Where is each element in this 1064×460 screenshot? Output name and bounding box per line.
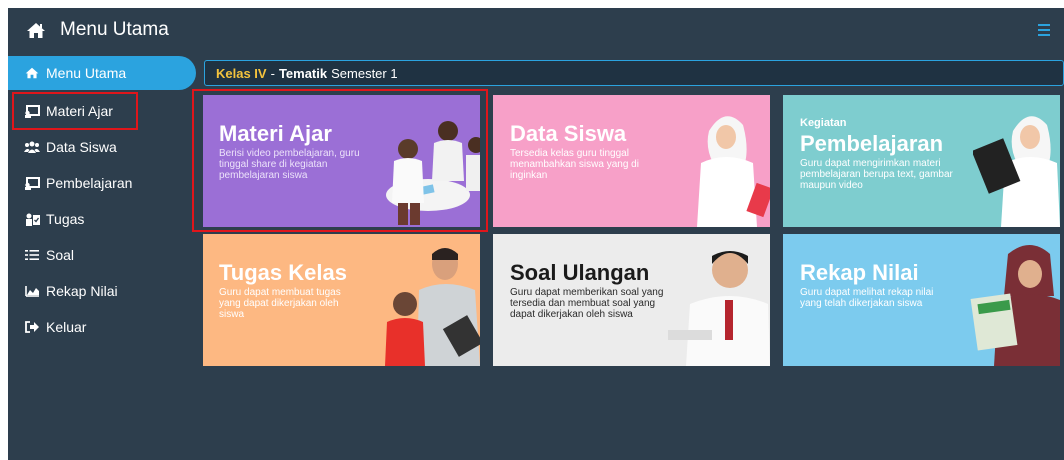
sidebar-item-label: Rekap Nilai	[46, 283, 118, 299]
main-content: Kelas IV - Tematik Semester 1 Materi Aja…	[196, 52, 1064, 460]
card-title: Soal Ulangan	[510, 260, 650, 285]
menu-toggle-icon[interactable]	[1038, 24, 1050, 36]
sidebar-item-pembelajaran[interactable]: Pembelajaran	[8, 166, 196, 200]
home-icon	[27, 22, 45, 38]
card-description: Berisi video pembelajaran, guru tinggal …	[219, 148, 360, 181]
card-description: Guru dapat mengirimkan materi pembelajar…	[800, 158, 953, 191]
card-title: Materi Ajar	[219, 121, 332, 146]
card-description: Guru dapat membuat tugas yang dapat dike…	[219, 287, 341, 320]
chalkboard-icon	[24, 104, 40, 118]
sidebar-item-label: Menu Utama	[46, 65, 127, 81]
sidebar: Menu Utama Materi Ajar Data Siswa Pembel…	[8, 52, 196, 460]
app-screen: Menu Utama Menu Utama Materi Ajar Data S…	[0, 0, 1064, 460]
card-tugas-kelas[interactable]: Tugas Kelas Guru dapat membuat tugas yan…	[203, 234, 480, 366]
student-boy-illustration	[668, 251, 770, 366]
tasks-icon	[24, 212, 40, 226]
sidebar-item-tugas[interactable]: Tugas	[8, 202, 196, 236]
sidebar-item-data-siswa[interactable]: Data Siswa	[8, 130, 196, 164]
card-title: Data Siswa	[510, 121, 627, 146]
card-description: Guru dapat melihat rekap nilai yang tela…	[800, 287, 934, 309]
teacher-student-illustration	[385, 248, 480, 366]
sidebar-item-rekap-nilai[interactable]: Rekap Nilai	[8, 274, 196, 308]
sign-out-icon	[24, 320, 40, 334]
sidebar-item-label: Soal	[46, 247, 75, 263]
sidebar-item-label: Pembelajaran	[46, 175, 133, 191]
card-description: Guru dapat memberikan soal yang tersedia…	[510, 287, 664, 320]
card-materi-ajar[interactable]: Materi Ajar Berisi video pembelajaran, g…	[203, 95, 480, 227]
list-icon	[24, 248, 40, 262]
top-navbar: Menu Utama	[8, 8, 1064, 52]
class-label: Kelas IV	[216, 65, 267, 81]
app-title: Menu Utama	[60, 19, 169, 40]
semester-label: Semester 1	[331, 65, 398, 81]
brand[interactable]: Menu Utama	[26, 18, 169, 42]
chart-area-icon	[24, 284, 40, 298]
card-description: Tersedia kelas guru tinggal menambahkan …	[510, 148, 639, 181]
card-data-siswa[interactable]: Data Siswa Tersedia kelas guru tinggal m…	[493, 95, 770, 227]
sidebar-item-label: Keluar	[46, 319, 87, 335]
sidebar-item-keluar[interactable]: Keluar	[8, 310, 196, 344]
card-rekap-nilai[interactable]: Rekap Nilai Guru dapat melihat rekap nil…	[783, 234, 1060, 366]
card-title: Rekap Nilai	[800, 260, 919, 285]
separator: -	[270, 65, 275, 81]
users-icon	[24, 140, 40, 154]
card-pembelajaran[interactable]: Kegiatan Pembelajaran Guru dapat mengiri…	[783, 95, 1060, 227]
sidebar-item-soal[interactable]: Soal	[8, 238, 196, 272]
sidebar-item-label: Data Siswa	[46, 139, 117, 155]
students-illustration	[386, 121, 480, 225]
sidebar-item-label: Tugas	[46, 211, 85, 227]
student-girl-illustration	[697, 116, 770, 227]
student-laptop-illustration	[973, 116, 1060, 227]
card-title: Pembelajaran	[800, 131, 944, 156]
chalkboard-icon	[24, 176, 40, 190]
card-title: Tugas Kelas	[219, 260, 347, 285]
student-book-illustration	[970, 245, 1060, 366]
sidebar-item-label: Materi Ajar	[46, 103, 113, 119]
sidebar-item-materi-ajar[interactable]: Materi Ajar	[12, 92, 138, 130]
class-breadcrumb: Kelas IV - Tematik Semester 1	[204, 60, 1064, 86]
theme-label: Tematik	[278, 65, 328, 81]
card-pretitle: Kegiatan	[800, 117, 847, 129]
home-icon	[24, 66, 40, 80]
card-soal-ulangan[interactable]: Soal Ulangan Guru dapat memberikan soal …	[493, 234, 770, 366]
sidebar-item-menu-utama[interactable]: Menu Utama	[8, 56, 196, 90]
